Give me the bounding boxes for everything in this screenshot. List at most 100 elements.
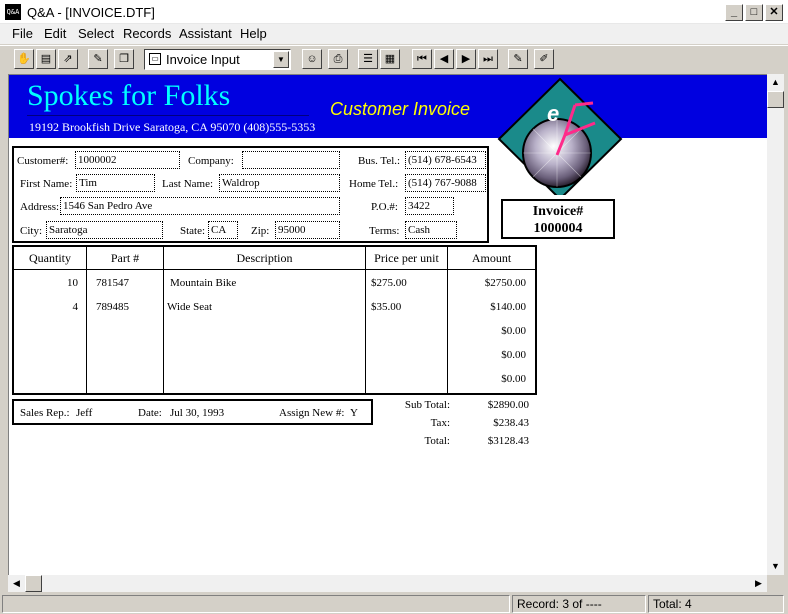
scroll-down-icon[interactable]: ▼: [767, 558, 784, 575]
date-value[interactable]: Jul 30, 1993: [170, 407, 224, 419]
qa-app-icon[interactable]: Q&A: [5, 4, 21, 20]
subtotal-value[interactable]: $2890.00: [459, 399, 529, 411]
header-divider: [14, 269, 535, 270]
menu-assistant[interactable]: Assistant: [179, 26, 232, 41]
line-items-table: Quantity Part # Description Price per un…: [12, 245, 537, 395]
bike-wheel-logo: e: [497, 77, 623, 195]
row1-price[interactable]: $275.00: [371, 277, 407, 289]
customer-info-box: Customer#: 1000002 Company: Bus. Tel.: (…: [12, 146, 489, 243]
logo-letter: e: [547, 101, 559, 126]
city-field[interactable]: Saratoga: [46, 221, 163, 239]
po-label: P.O.#:: [371, 201, 398, 213]
first-name-field[interactable]: Tim: [76, 174, 155, 192]
sales-rep-value[interactable]: Jeff: [76, 407, 92, 419]
row5-amount[interactable]: $0.00: [448, 373, 526, 385]
next-record-icon[interactable]: ▶: [456, 49, 476, 69]
banner-rule: [27, 115, 309, 116]
company-field[interactable]: [242, 151, 340, 169]
row1-desc[interactable]: Mountain Bike: [170, 277, 236, 289]
form-icon: ▭: [149, 53, 161, 65]
row2-part[interactable]: 789485: [96, 301, 129, 313]
po-field[interactable]: 3422: [405, 197, 454, 215]
row4-amount[interactable]: $0.00: [448, 349, 526, 361]
print-icon[interactable]: ⎙: [328, 49, 348, 69]
menu-select[interactable]: Select: [78, 26, 114, 41]
form-copy-icon[interactable]: ❐: [114, 49, 134, 69]
company-label: Company:: [188, 155, 234, 167]
prev-record-icon[interactable]: ◀: [434, 49, 454, 69]
menu-edit[interactable]: Edit: [44, 26, 66, 41]
sales-info-box: Sales Rep.: Jeff Date: Jul 30, 1993 Assi…: [12, 399, 373, 425]
row3-amount[interactable]: $0.00: [448, 325, 526, 337]
row1-part[interactable]: 781547: [96, 277, 129, 289]
terms-field[interactable]: Cash: [405, 221, 457, 239]
total-value[interactable]: $3128.43: [459, 435, 529, 447]
dropdown-arrow-icon[interactable]: ▼: [273, 51, 289, 68]
subtotal-label: Sub Total:: [404, 399, 450, 411]
scrollbar-corner: [767, 575, 784, 592]
menu-help[interactable]: Help: [240, 26, 267, 41]
scroll-right-icon[interactable]: ▶: [750, 575, 767, 592]
minimize-button[interactable]: _: [725, 4, 743, 21]
form-check-icon[interactable]: ✎: [88, 49, 108, 69]
view-select[interactable]: ▭ Invoice Input ▼: [144, 49, 291, 70]
menu-file[interactable]: File: [12, 26, 33, 41]
vertical-scroll-thumb[interactable]: [767, 91, 784, 108]
assign-value[interactable]: Y: [350, 407, 358, 419]
status-bar: Record: 3 of ---- Total: 4: [0, 593, 788, 614]
invoice-number-box: Invoice# 1000004: [501, 199, 615, 239]
scroll-up-icon[interactable]: ▲: [767, 74, 784, 91]
row2-desc[interactable]: Wide Seat: [167, 301, 212, 313]
last-record-icon[interactable]: ⏭: [478, 49, 498, 69]
tax-value[interactable]: $238.43: [459, 417, 529, 429]
row2-price[interactable]: $35.00: [371, 301, 401, 313]
address-field[interactable]: 1546 San Pedro Ave: [60, 197, 340, 215]
terms-label: Terms:: [369, 225, 400, 237]
invoice-heading: Customer Invoice: [330, 99, 471, 119]
form-new-icon[interactable]: ✎: [508, 49, 528, 69]
menu-records[interactable]: Records: [123, 26, 171, 41]
maximize-button[interactable]: □: [745, 4, 763, 21]
zip-field[interactable]: 95000: [275, 221, 340, 239]
home-tel-field[interactable]: (514) 767-9088: [405, 174, 486, 192]
scroll-left-icon[interactable]: ◀: [8, 575, 25, 592]
company-address: 19192 Brookfish Drive Saratoga, CA 95070…: [29, 120, 316, 134]
state-label: State:: [180, 225, 206, 237]
horizontal-scroll-thumb[interactable]: [25, 575, 42, 592]
table-view-icon[interactable]: ▦: [380, 49, 400, 69]
state-field[interactable]: CA: [208, 221, 238, 239]
form-delete-icon[interactable]: ✐: [534, 49, 554, 69]
header-description: Description: [236, 251, 293, 265]
home-tel-label: Home Tel.:: [349, 178, 399, 190]
person-icon[interactable]: ☺: [302, 49, 322, 69]
row2-qty[interactable]: 4: [14, 301, 79, 313]
customer-no-field[interactable]: 1000002: [75, 151, 180, 169]
first-record-icon[interactable]: ⏮: [412, 49, 432, 69]
horizontal-scrollbar[interactable]: ◀ ▶: [8, 575, 767, 592]
header-part: Part #: [110, 251, 140, 265]
last-name-field[interactable]: Waldrop: [219, 174, 340, 192]
close-button[interactable]: ✕: [765, 4, 783, 21]
invoice-form: Spokes for Folks 19192 Brookfish Drive S…: [8, 74, 767, 575]
toolbar: ✋ ▤ ⇗ ✎ ❐ ▭ Invoice Input ▼ ☺ ⎙ ☰ ▦ ⏮ ◀ …: [0, 45, 788, 73]
window-title: Q&A - [INVOICE.DTF]: [27, 5, 155, 20]
title-bar: Q&A Q&A - [INVOICE.DTF] _ □ ✕: [0, 0, 788, 24]
hand-icon[interactable]: ✋: [14, 49, 34, 69]
record-status: Record: 3 of ----: [512, 595, 646, 613]
form-edit-icon[interactable]: ▤: [36, 49, 56, 69]
row1-amount[interactable]: $2750.00: [448, 277, 526, 289]
customer-no-label: Customer#:: [17, 155, 69, 167]
invoice-no-value[interactable]: 1000004: [503, 220, 613, 237]
vertical-scrollbar[interactable]: ▲ ▼: [767, 74, 784, 575]
bus-tel-label: Bus. Tel.:: [358, 155, 401, 167]
view-select-value: Invoice Input: [166, 52, 240, 67]
bus-tel-field[interactable]: (514) 678-6543: [405, 151, 486, 169]
invoice-banner: Spokes for Folks 19192 Brookfish Drive S…: [9, 75, 767, 138]
row2-amount[interactable]: $140.00: [448, 301, 526, 313]
company-name: Spokes for Folks: [27, 79, 231, 112]
header-price: Price per unit: [374, 251, 439, 265]
tax-label: Tax:: [430, 417, 450, 429]
row1-qty[interactable]: 10: [14, 277, 78, 289]
form-export-icon[interactable]: ⇗: [58, 49, 78, 69]
list-view-icon[interactable]: ☰: [358, 49, 378, 69]
